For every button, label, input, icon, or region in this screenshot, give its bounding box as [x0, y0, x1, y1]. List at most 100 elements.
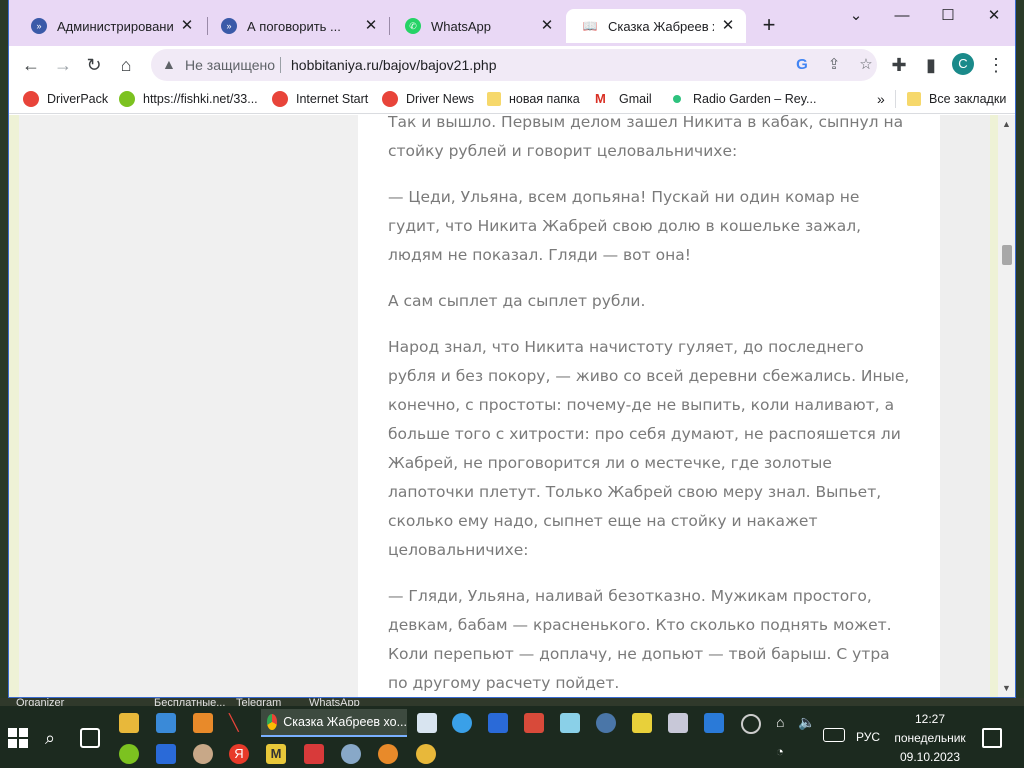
close-tab-icon[interactable]: ✕ — [539, 18, 555, 34]
tab-title: Администрирование — [57, 18, 173, 34]
skin-icon[interactable] — [193, 744, 213, 764]
bookmark-radio-garden[interactable]: Radio Garden – Rey... — [669, 90, 816, 108]
side-panel-icon[interactable]: ▮ — [918, 52, 944, 78]
pdf-icon[interactable] — [304, 744, 324, 764]
usb-icon[interactable]: ⌂ — [776, 714, 796, 734]
yandex-icon[interactable]: Я — [229, 744, 249, 764]
tab-title: WhatsApp — [431, 18, 491, 34]
bookmark-label: https://fishki.net/33... — [143, 92, 258, 106]
url-text[interactable]: hobbitaniya.ru/bajov/bajov21.php — [291, 57, 497, 73]
taskbar-chrome-window[interactable]: Сказка Жабреев хо... — [261, 709, 407, 737]
internet-start-icon — [272, 91, 288, 107]
forward-button[interactable]: → — [50, 52, 76, 78]
browser-toolbar: ← → ↻ ⌂ ▲ Не защищено hobbitaniya.ru/baj… — [9, 46, 1015, 84]
bookmark-folder-new[interactable]: новая папка — [487, 90, 580, 108]
notepad-icon[interactable] — [417, 713, 437, 733]
word-icon[interactable] — [488, 713, 508, 733]
tab-whatsapp[interactable]: ✆ WhatsApp ✕ — [389, 9, 565, 43]
scroll-down-arrow-icon[interactable]: ▼ — [1002, 683, 1011, 693]
tab-forum[interactable]: » А поговорить ... ✕ — [205, 9, 389, 43]
bookmark-label: новая папка — [509, 92, 580, 106]
clock-weekday[interactable]: понедельник — [890, 731, 970, 745]
app-icon[interactable] — [193, 713, 213, 733]
paint-icon[interactable] — [341, 744, 361, 764]
image-viewer-icon[interactable] — [704, 713, 724, 733]
bookmark-star-icon[interactable]: ☆ — [856, 55, 876, 75]
chart-app-icon[interactable] — [156, 744, 176, 764]
close-tab-icon[interactable]: ✕ — [720, 18, 736, 34]
clock-time[interactable]: 12:27 — [900, 712, 960, 726]
address-bar[interactable]: ▲ Не защищено hobbitaniya.ru/bajov/bajov… — [151, 49, 877, 81]
bookmark-fishki[interactable]: https://fishki.net/33... — [119, 90, 258, 108]
tab-strip: » Администрирование ✕ » А поговорить ...… — [9, 0, 1015, 46]
keyboard-icon[interactable] — [823, 728, 845, 742]
taskbar: ⌕ ╲ Сказка Жабреев хо... Я M ⌂ 🔈 ◔ РУС 1… — [0, 706, 1024, 768]
page-left-strip — [9, 115, 19, 697]
profile-avatar[interactable]: C — [952, 53, 974, 75]
clock-date[interactable]: 09.10.2023 — [895, 750, 965, 764]
reload-button[interactable]: ↻ — [81, 52, 107, 78]
vk-icon[interactable] — [596, 713, 616, 733]
m-app-icon[interactable]: M — [266, 744, 286, 764]
new-tab-button[interactable]: + — [758, 14, 780, 36]
document-icon[interactable] — [560, 713, 580, 733]
security-status[interactable]: Не защищено — [185, 57, 275, 73]
media-icon[interactable] — [668, 713, 688, 733]
page-right-margin — [940, 115, 990, 697]
driver-news-icon — [382, 91, 398, 107]
computer-icon[interactable] — [156, 713, 176, 733]
back-button[interactable]: ← — [18, 52, 44, 78]
bookmark-internet-start[interactable]: Internet Start — [272, 90, 368, 108]
notifications-icon[interactable] — [982, 728, 1002, 748]
archive-icon[interactable] — [632, 713, 652, 733]
whatsapp-icon: ✆ — [405, 18, 421, 34]
bookmark-gmail[interactable]: M Gmail — [595, 90, 652, 108]
scroll-up-arrow-icon[interactable]: ▲ — [1002, 119, 1011, 129]
wifi-icon[interactable]: ◔ — [776, 744, 796, 764]
home-button[interactable]: ⌂ — [113, 52, 139, 78]
divider — [280, 57, 281, 73]
task-view-icon[interactable] — [80, 728, 100, 748]
beeline-icon[interactable] — [416, 744, 436, 764]
admin-tab-icon: » — [221, 18, 237, 34]
tab-search-chevron-icon[interactable]: ⌄ — [833, 4, 879, 28]
article-paragraph: Так и вышло. Первым делом зашел Никита в… — [388, 115, 904, 160]
divider — [895, 90, 896, 108]
search-icon[interactable]: ⌕ — [45, 728, 65, 748]
loading-icon[interactable] — [741, 714, 761, 734]
google-translate-icon[interactable]: G — [792, 55, 812, 75]
browser-icon[interactable] — [452, 713, 472, 733]
folder-icon — [487, 92, 501, 106]
tab-skazka-active[interactable]: 📖 Сказка Жабреев ход ✕ — [566, 9, 746, 43]
minimize-button[interactable]: — — [879, 4, 925, 28]
scroll-thumb[interactable] — [1002, 245, 1012, 265]
tool-icon[interactable]: ╲ — [229, 713, 249, 733]
maximize-button[interactable]: ☐ — [925, 4, 971, 28]
bookmark-label: Radio Garden – Rey... — [693, 92, 817, 106]
article-content: Так и вышло. Первым делом зашел Никита в… — [358, 115, 940, 697]
vertical-scrollbar[interactable]: ▲ ▼ — [998, 115, 1015, 697]
close-tab-icon[interactable]: ✕ — [179, 18, 195, 34]
calendar-icon[interactable] — [524, 713, 544, 733]
more-bookmarks-icon[interactable]: » — [877, 90, 885, 108]
file-explorer-icon[interactable] — [119, 713, 139, 733]
bookmark-driver-news[interactable]: Driver News — [382, 90, 474, 108]
language-indicator[interactable]: РУС — [856, 730, 880, 744]
menu-kebab-icon[interactable]: ⋮ — [983, 52, 1009, 78]
game-icon[interactable] — [378, 744, 398, 764]
close-tab-icon[interactable]: ✕ — [363, 18, 379, 34]
bookmark-driverpack[interactable]: DriverPack — [23, 90, 108, 108]
windows-start-icon[interactable] — [8, 728, 28, 748]
book-icon: 📖 — [582, 19, 598, 33]
radio-garden-icon — [673, 95, 681, 103]
warning-icon[interactable]: ▲ — [162, 56, 176, 72]
tab-administration[interactable]: » Администрирование ✕ — [15, 9, 205, 43]
utorrent-icon[interactable] — [119, 744, 139, 764]
close-window-button[interactable]: ✕ — [971, 4, 1015, 28]
bookmarks-bar: DriverPack https://fishki.net/33... Inte… — [9, 84, 1015, 114]
volume-icon[interactable]: 🔈 — [798, 714, 818, 734]
all-bookmarks-folder[interactable]: Все закладки — [907, 90, 1006, 108]
share-icon[interactable]: ⇪ — [824, 55, 844, 75]
tab-title: А поговорить ... — [247, 18, 341, 34]
extensions-icon[interactable]: ✚ — [886, 52, 912, 78]
